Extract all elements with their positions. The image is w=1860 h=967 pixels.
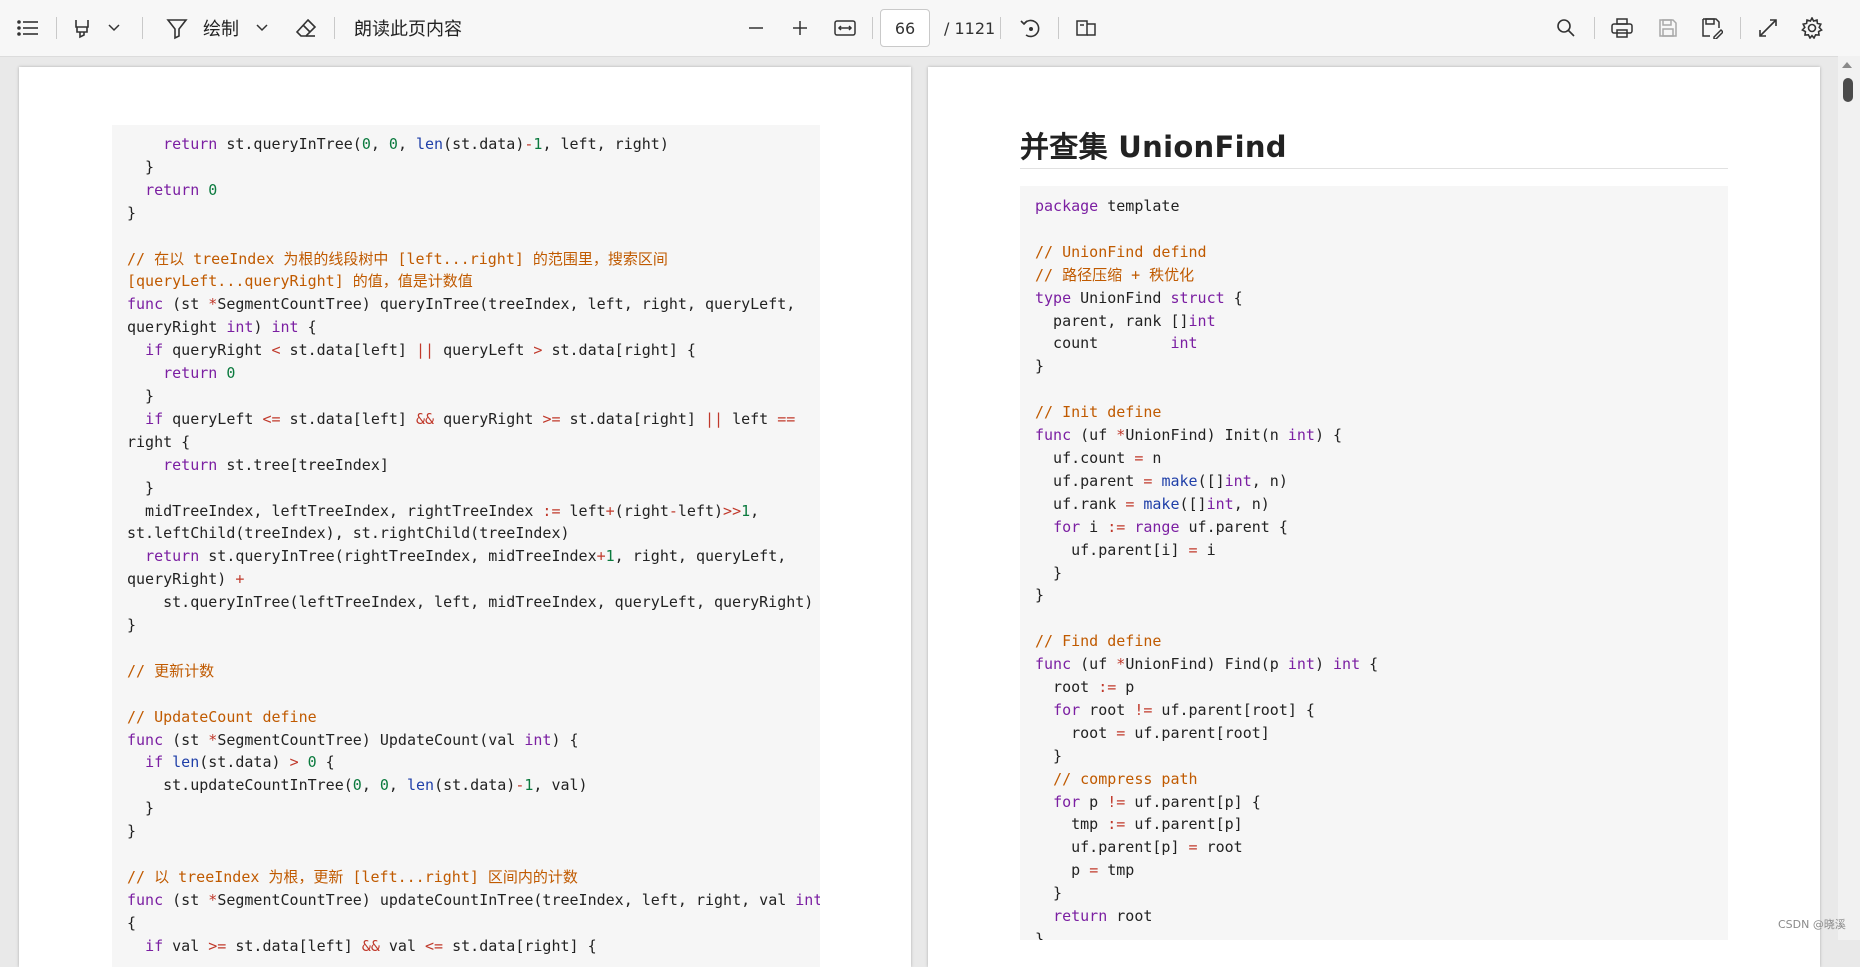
toolbar-divider — [1058, 17, 1059, 39]
toolbar-divider — [1000, 17, 1001, 39]
save-as-icon[interactable] — [1698, 0, 1726, 56]
watermark-text: CSDN @晓溪 — [1778, 918, 1846, 931]
pdf-page-left: return st.queryInTree(0, 0, len(st.data)… — [19, 67, 911, 967]
chevron-down-icon[interactable] — [252, 0, 272, 56]
heading-divider — [1020, 168, 1728, 169]
page-total: / 1121 — [944, 18, 996, 38]
vertical-scrollbar[interactable] — [1838, 56, 1860, 940]
toolbar-divider — [1594, 17, 1595, 39]
zoom-in-icon[interactable] — [788, 0, 812, 56]
draw-label[interactable]: 绘制 — [200, 0, 242, 56]
fit-width-icon[interactable] — [832, 0, 858, 56]
read-aloud-button[interactable]: 朗读此页内容 — [354, 0, 466, 56]
search-icon[interactable] — [1552, 0, 1580, 56]
save-icon[interactable] — [1654, 0, 1682, 56]
code-text: return st.queryInTree(0, 0, len(st.data)… — [127, 135, 820, 955]
toolbar-divider — [56, 17, 57, 39]
section-heading: 并查集 UnionFind — [1020, 130, 1287, 164]
eraser-icon[interactable] — [292, 0, 320, 56]
page-view-icon[interactable] — [1072, 0, 1100, 56]
chevron-down-icon[interactable] — [104, 0, 124, 56]
settings-gear-icon[interactable] — [1798, 0, 1826, 56]
pdf-toolbar: 绘制 朗读此页内容 66 / 1121 — [0, 0, 1860, 57]
code-text: package template // UnionFind defind // … — [1035, 197, 1379, 940]
zoom-out-icon[interactable] — [744, 0, 768, 56]
toolbar-divider — [1740, 17, 1741, 39]
page-number-input[interactable]: 66 — [880, 9, 930, 47]
rotate-icon[interactable] — [1016, 0, 1044, 56]
code-block: return st.queryInTree(0, 0, len(st.data)… — [112, 125, 820, 967]
code-block: package template // UnionFind defind // … — [1020, 186, 1728, 940]
toolbar-divider — [142, 17, 143, 39]
toolbar-divider — [872, 17, 873, 39]
table-of-contents-icon[interactable] — [14, 0, 42, 56]
scrollbar-thumb[interactable] — [1843, 78, 1853, 102]
scroll-up-arrow-icon[interactable] — [1842, 62, 1852, 68]
toolbar-divider — [334, 17, 335, 39]
print-icon[interactable] — [1608, 0, 1636, 56]
fullscreen-icon[interactable] — [1754, 0, 1782, 56]
highlight-icon[interactable] — [68, 0, 96, 56]
draw-icon[interactable] — [160, 0, 194, 56]
